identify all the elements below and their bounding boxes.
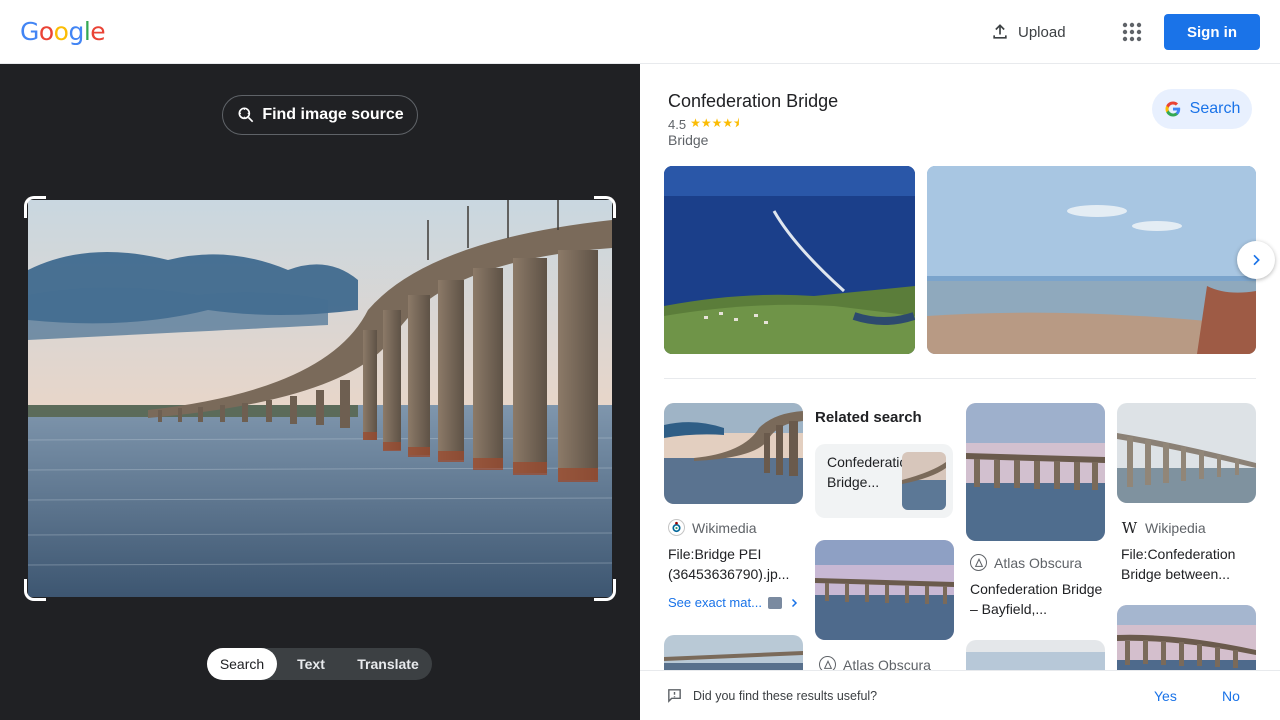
related-search-query: Confederation Bridge... [827, 454, 915, 490]
result-title[interactable]: File:Bridge PEI (36453636790).jp... [668, 544, 804, 584]
logo-letter: g [68, 17, 84, 46]
rating-value: 4.5 [668, 117, 687, 132]
logo-letter: o [53, 17, 69, 46]
crop-handle-bottom-left[interactable] [24, 579, 46, 601]
sign-in-button[interactable]: Sign in [1164, 14, 1260, 50]
apps-grid-icon[interactable] [1120, 20, 1144, 44]
query-image-panel: Find image source Search Text Translate [0, 64, 640, 720]
related-search-heading: Related search [815, 409, 922, 426]
feedback-bar: Did you find these results useful? Yes N… [640, 670, 1280, 720]
atlas-obscura-icon [970, 554, 987, 571]
feedback-yes-button[interactable]: Yes [1154, 688, 1177, 704]
upload-icon [993, 24, 1007, 39]
find-image-source-label: Find image source [262, 106, 404, 123]
result-image[interactable] [815, 540, 954, 640]
lens-search-icon [238, 107, 254, 123]
result-source[interactable]: W Wikipedia [1121, 518, 1206, 537]
upload-button[interactable]: Upload [990, 18, 1066, 46]
result-source-label: Wikipedia [1145, 519, 1206, 536]
mode-tabs: Search Text Translate [207, 648, 432, 680]
result-image[interactable] [966, 403, 1105, 541]
crop-handle-top-right[interactable] [594, 196, 616, 218]
see-exact-matches-label: See exact mat... [668, 595, 762, 610]
exact-match-thumbnail-icon [767, 596, 782, 609]
tab-text[interactable]: Text [277, 648, 345, 680]
google-logo[interactable]: Google [20, 17, 106, 46]
upload-label: Upload [1018, 23, 1066, 41]
result-image[interactable] [1117, 403, 1256, 503]
logo-letter: e [90, 17, 106, 46]
logo-letter: G [20, 17, 39, 46]
entity-search-button[interactable]: Search [1152, 89, 1252, 129]
see-exact-matches-link[interactable]: See exact mat... [668, 595, 800, 610]
section-divider [664, 378, 1256, 379]
feedback-no-button[interactable]: No [1222, 688, 1240, 704]
entity-title[interactable]: Confederation Bridge [668, 91, 838, 112]
chevron-right-icon [791, 598, 797, 607]
feedback-question: Did you find these results useful? [693, 689, 878, 703]
result-source[interactable]: Wikimedia [668, 519, 757, 536]
entity-image-aerial[interactable] [664, 166, 915, 354]
related-search-chip[interactable]: Confederation Bridge... [815, 444, 953, 518]
find-image-source-button[interactable]: Find image source [222, 95, 418, 135]
tab-translate[interactable]: Translate [345, 648, 431, 680]
wikipedia-icon: W [1121, 518, 1138, 537]
result-source[interactable]: Atlas Obscura [970, 554, 1082, 571]
query-image [28, 200, 612, 597]
crop-frame[interactable] [24, 196, 616, 601]
entity-image-beach[interactable] [927, 166, 1256, 354]
result-image[interactable] [664, 403, 803, 504]
crop-handle-top-left[interactable] [24, 196, 46, 218]
result-source-label: Atlas Obscura [994, 554, 1082, 571]
logo-letter: o [38, 17, 54, 46]
related-search-thumbnail [902, 452, 946, 510]
results-panel: Confederation Bridge 4.5 ★★★★⯨ Bridge Se… [640, 64, 1280, 720]
result-title[interactable]: Confederation Bridge – Bayfield,... [970, 579, 1106, 619]
top-header: Google Upload Sign in [0, 0, 1280, 64]
entity-search-label: Search [1189, 100, 1241, 117]
wikimedia-icon [668, 519, 685, 536]
crop-handle-bottom-right[interactable] [594, 579, 616, 601]
result-title[interactable]: File:Confederation Bridge between... [1121, 544, 1257, 584]
feedback-icon [668, 689, 681, 703]
tab-search[interactable]: Search [207, 648, 277, 680]
result-source-label: Wikimedia [692, 519, 757, 536]
chevron-right-icon [1253, 254, 1260, 266]
google-g-icon [1165, 101, 1180, 117]
entity-type: Bridge [668, 132, 709, 148]
next-images-button[interactable] [1237, 241, 1275, 279]
